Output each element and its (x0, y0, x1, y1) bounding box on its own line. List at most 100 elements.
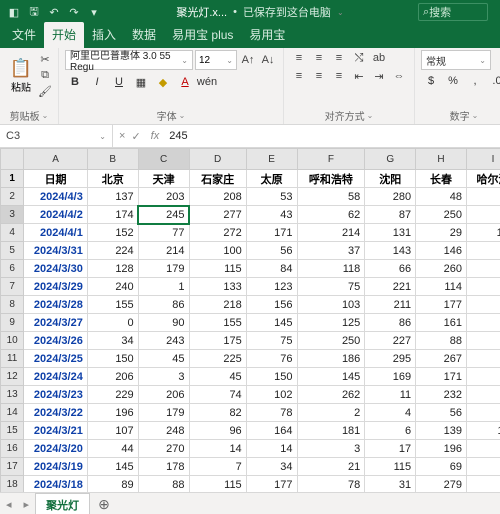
data-cell[interactable]: 78 (246, 404, 297, 422)
data-cell[interactable]: 75 (246, 332, 297, 350)
data-cell[interactable]: 60 (466, 242, 500, 260)
data-cell[interactable]: 29 (416, 224, 467, 242)
col-header-F[interactable]: F (297, 149, 365, 170)
date-cell[interactable]: 2024/4/2 (24, 206, 88, 224)
header-cell[interactable]: 太原 (246, 170, 297, 188)
data-cell[interactable]: 14 (246, 440, 297, 458)
data-cell[interactable]: 45 (189, 368, 246, 386)
row-header[interactable]: 11 (1, 350, 24, 368)
data-cell[interactable]: 196 (416, 440, 467, 458)
tab-insert[interactable]: 插入 (84, 22, 124, 48)
date-cell[interactable]: 2024/3/21 (24, 422, 88, 440)
data-cell[interactable]: 250 (297, 332, 365, 350)
data-cell[interactable]: 9 (466, 188, 500, 206)
row-header[interactable]: 1 (1, 170, 24, 188)
data-cell[interactable]: 240 (87, 278, 138, 296)
data-cell[interactable]: 23 (466, 368, 500, 386)
align-center-icon[interactable]: ≡ (310, 68, 328, 84)
data-cell[interactable]: 107 (87, 422, 138, 440)
data-cell[interactable]: 179 (138, 260, 189, 278)
header-cell[interactable]: 哈尔滨 (466, 170, 500, 188)
data-cell[interactable]: 214 (297, 224, 365, 242)
header-cell[interactable]: 日期 (24, 170, 88, 188)
date-cell[interactable]: 2024/4/3 (24, 188, 88, 206)
add-sheet-button[interactable]: ⊕ (90, 496, 118, 513)
data-cell[interactable]: 53 (246, 188, 297, 206)
tab-data[interactable]: 数据 (124, 22, 164, 48)
data-cell[interactable]: 208 (189, 188, 246, 206)
data-cell[interactable]: 37 (297, 242, 365, 260)
data-cell[interactable]: 179 (138, 404, 189, 422)
increase-font-icon[interactable]: A↑ (239, 50, 257, 70)
col-header-H[interactable]: H (416, 149, 467, 170)
date-cell[interactable]: 2024/3/25 (24, 350, 88, 368)
date-cell[interactable]: 2024/3/29 (24, 278, 88, 296)
fill-color-button[interactable]: ◆ (153, 72, 173, 92)
format-painter-icon[interactable]: 🖌 (38, 84, 52, 98)
data-cell[interactable]: 18 (466, 206, 500, 224)
date-cell[interactable]: 2024/3/18 (24, 476, 88, 493)
comma-icon[interactable]: , (465, 72, 485, 90)
data-cell[interactable]: 177 (416, 296, 467, 314)
data-cell[interactable]: 96 (189, 422, 246, 440)
date-cell[interactable]: 2024/3/22 (24, 404, 88, 422)
header-cell[interactable]: 呼和浩特 (297, 170, 365, 188)
data-cell[interactable]: 169 (365, 368, 416, 386)
data-cell[interactable]: 243 (138, 332, 189, 350)
data-cell[interactable]: 31 (365, 476, 416, 493)
data-cell[interactable]: 186 (297, 350, 365, 368)
data-cell[interactable]: 232 (416, 386, 467, 404)
data-cell[interactable]: 114 (416, 278, 467, 296)
row-header[interactable]: 17 (1, 458, 24, 476)
data-cell[interactable]: 224 (87, 242, 138, 260)
data-cell[interactable]: 128 (87, 260, 138, 278)
tab-yyb[interactable]: 易用宝 (241, 22, 293, 48)
data-cell[interactable]: 145 (87, 458, 138, 476)
data-cell[interactable]: 84 (246, 260, 297, 278)
data-cell[interactable]: 131 (365, 224, 416, 242)
data-cell[interactable]: 155 (87, 296, 138, 314)
data-cell[interactable]: 270 (138, 440, 189, 458)
data-cell[interactable]: 143 (365, 242, 416, 260)
row-header[interactable]: 4 (1, 224, 24, 242)
data-cell[interactable]: 102 (246, 386, 297, 404)
row-header[interactable]: 13 (1, 386, 24, 404)
row-header[interactable]: 10 (1, 332, 24, 350)
row-header[interactable]: 6 (1, 260, 24, 278)
data-cell[interactable]: 27 (466, 332, 500, 350)
data-cell[interactable]: 3 (297, 440, 365, 458)
data-cell[interactable]: 295 (365, 350, 416, 368)
merge-button[interactable]: ⇔ (390, 68, 408, 84)
data-cell[interactable]: 56 (416, 404, 467, 422)
data-cell[interactable]: 11 (365, 386, 416, 404)
data-cell[interactable]: 19 (466, 278, 500, 296)
data-cell[interactable]: 279 (416, 476, 467, 493)
row-header[interactable]: 5 (1, 242, 24, 260)
col-header-B[interactable]: B (87, 149, 138, 170)
undo-icon[interactable]: ↶ (46, 4, 62, 20)
data-cell[interactable]: 3 (138, 368, 189, 386)
underline-button[interactable]: U (109, 72, 129, 92)
italic-button[interactable]: I (87, 72, 107, 92)
data-cell[interactable]: 181 (297, 422, 365, 440)
data-cell[interactable]: 0 (87, 314, 138, 332)
data-cell[interactable]: 174 (87, 206, 138, 224)
border-button[interactable]: ▦ (131, 72, 151, 92)
row-header[interactable]: 7 (1, 278, 24, 296)
data-cell[interactable]: 58 (297, 188, 365, 206)
header-cell[interactable]: 长春 (416, 170, 467, 188)
data-cell[interactable]: 45 (138, 350, 189, 368)
data-cell[interactable]: 66 (365, 260, 416, 278)
row-header[interactable]: 2 (1, 188, 24, 206)
data-cell[interactable]: 267 (416, 350, 467, 368)
data-cell[interactable]: 277 (189, 206, 246, 224)
data-cell[interactable]: 245 (138, 206, 189, 224)
data-cell[interactable]: 175 (189, 332, 246, 350)
select-all-corner[interactable] (1, 149, 24, 170)
data-cell[interactable]: 211 (365, 296, 416, 314)
date-cell[interactable]: 2024/3/31 (24, 242, 88, 260)
data-cell[interactable]: 34 (87, 332, 138, 350)
data-cell[interactable]: 118 (466, 422, 500, 440)
data-cell[interactable]: 248 (138, 422, 189, 440)
data-cell[interactable]: 44 (87, 440, 138, 458)
